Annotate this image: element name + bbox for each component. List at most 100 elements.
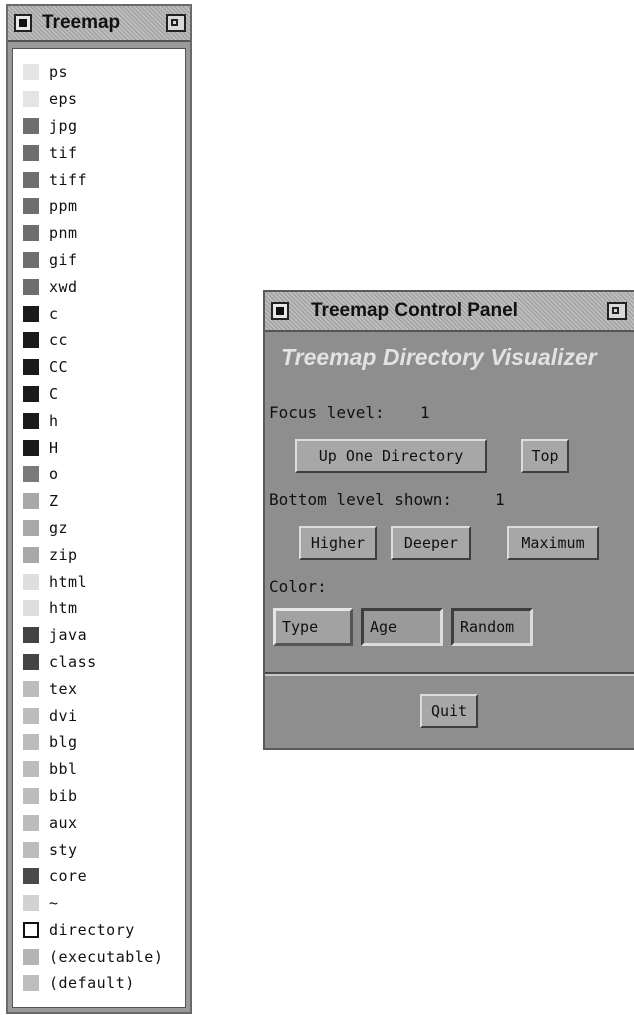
legend-item-label: core bbox=[49, 867, 88, 886]
legend-item: gz bbox=[23, 515, 185, 542]
legend-item-label: tex bbox=[49, 679, 78, 698]
panel-divider bbox=[265, 672, 634, 676]
bottom-level-label: Bottom level shown: bbox=[269, 490, 453, 509]
color-swatch bbox=[23, 841, 39, 858]
control-panel-titlebar[interactable]: Treemap Control Panel bbox=[265, 292, 634, 332]
legend-item-label: CC bbox=[49, 358, 69, 377]
color-swatch bbox=[23, 761, 39, 778]
legend-item: class bbox=[23, 649, 185, 676]
legend-item-label: dvi bbox=[49, 706, 78, 725]
color-swatch bbox=[23, 251, 39, 268]
legend-item: (default) bbox=[23, 970, 185, 997]
legend-item-label: gif bbox=[49, 250, 78, 269]
legend-item: dvi bbox=[23, 702, 185, 729]
legend-item-label: xwd bbox=[49, 277, 78, 296]
color-swatch bbox=[23, 305, 39, 322]
legend-item-label: ps bbox=[49, 63, 69, 82]
color-swatch bbox=[23, 680, 39, 697]
legend-item-label: H bbox=[49, 438, 59, 457]
control-panel-window: Treemap Control Panel Treemap Directory … bbox=[263, 290, 634, 750]
legend-titlebar[interactable]: Treemap bbox=[8, 6, 190, 42]
color-swatch bbox=[23, 359, 39, 376]
color-swatch bbox=[23, 868, 39, 885]
legend-item: ps bbox=[23, 59, 185, 86]
legend-item-label: gz bbox=[49, 518, 69, 537]
legend-item: (executable) bbox=[23, 943, 185, 970]
color-swatch bbox=[23, 734, 39, 751]
legend-item-label: bbl bbox=[49, 760, 78, 779]
deeper-button[interactable]: Deeper bbox=[391, 526, 471, 560]
color-swatch bbox=[23, 225, 39, 242]
color-swatch bbox=[23, 921, 39, 938]
quit-button[interactable]: Quit bbox=[420, 694, 478, 728]
legend-item-label: sty bbox=[49, 840, 78, 859]
window-menu-icon[interactable] bbox=[14, 14, 32, 32]
color-swatch bbox=[23, 144, 39, 161]
color-swatch bbox=[23, 466, 39, 483]
legend-item-label: html bbox=[49, 572, 88, 591]
app-subtitle: Treemap Directory Visualizer bbox=[281, 344, 597, 370]
legend-item-label: java bbox=[49, 626, 88, 645]
legend-item: tex bbox=[23, 675, 185, 702]
legend-item: tif bbox=[23, 139, 185, 166]
legend-item-label: tiff bbox=[49, 170, 88, 189]
legend-item-label: class bbox=[49, 652, 97, 671]
legend-item: pnm bbox=[23, 220, 185, 247]
higher-button[interactable]: Higher bbox=[299, 526, 377, 560]
legend-item: gif bbox=[23, 247, 185, 274]
color-swatch bbox=[23, 948, 39, 965]
color-swatch bbox=[23, 332, 39, 349]
focus-level-label: Focus level: bbox=[269, 403, 385, 422]
color-swatch bbox=[23, 493, 39, 510]
legend-item: html bbox=[23, 568, 185, 595]
color-type-option[interactable]: Type bbox=[273, 608, 353, 646]
bottom-level-value: 1 bbox=[495, 490, 505, 509]
window-menu-icon[interactable] bbox=[271, 302, 289, 320]
legend-item-label: directory bbox=[49, 920, 135, 939]
top-button[interactable]: Top bbox=[521, 439, 569, 473]
legend-item-label: ppm bbox=[49, 197, 78, 216]
legend-item: blg bbox=[23, 729, 185, 756]
color-swatch bbox=[23, 117, 39, 134]
legend-item: CC bbox=[23, 354, 185, 381]
legend-item: H bbox=[23, 434, 185, 461]
resize-icon[interactable] bbox=[166, 14, 186, 32]
color-swatch bbox=[23, 171, 39, 188]
legend-item: C bbox=[23, 381, 185, 408]
legend-item-label: (executable) bbox=[49, 947, 164, 966]
legend-item-label: (default) bbox=[49, 974, 135, 993]
legend-item-label: tif bbox=[49, 143, 78, 162]
color-swatch bbox=[23, 627, 39, 644]
legend-item-label: pnm bbox=[49, 224, 78, 243]
color-age-option[interactable]: Age bbox=[361, 608, 443, 646]
legend-item-label: bib bbox=[49, 786, 78, 805]
legend-item: xwd bbox=[23, 273, 185, 300]
legend-item: htm bbox=[23, 595, 185, 622]
color-swatch bbox=[23, 975, 39, 992]
legend-item: bib bbox=[23, 783, 185, 810]
legend-item-label: cc bbox=[49, 331, 69, 350]
legend-item-label: C bbox=[49, 384, 59, 403]
legend-item-label: zip bbox=[49, 545, 78, 564]
up-one-directory-button[interactable]: Up One Directory bbox=[295, 439, 487, 473]
color-swatch bbox=[23, 91, 39, 108]
legend-window: Treemap ps eps jpg tif tiff ppm pnm gif xwd c cc CC… bbox=[6, 4, 192, 1014]
legend-item: directory bbox=[23, 917, 185, 944]
color-swatch bbox=[23, 546, 39, 563]
color-swatch bbox=[23, 814, 39, 831]
color-swatch bbox=[23, 895, 39, 912]
legend-item: bbl bbox=[23, 756, 185, 783]
color-random-option[interactable]: Random bbox=[451, 608, 533, 646]
legend-item-label: c bbox=[49, 304, 59, 323]
maximum-button[interactable]: Maximum bbox=[507, 526, 599, 560]
legend-item-label: aux bbox=[49, 813, 78, 832]
color-swatch bbox=[23, 600, 39, 617]
color-swatch bbox=[23, 64, 39, 81]
legend-item-label: ~ bbox=[49, 894, 59, 913]
color-swatch bbox=[23, 412, 39, 429]
color-swatch bbox=[23, 787, 39, 804]
legend-window-title: Treemap bbox=[42, 12, 121, 33]
file-type-legend: ps eps jpg tif tiff ppm pnm gif xwd c cc CC Ch Ho Zgz z… bbox=[13, 49, 185, 997]
resize-icon[interactable] bbox=[607, 302, 627, 320]
legend-item: aux bbox=[23, 809, 185, 836]
